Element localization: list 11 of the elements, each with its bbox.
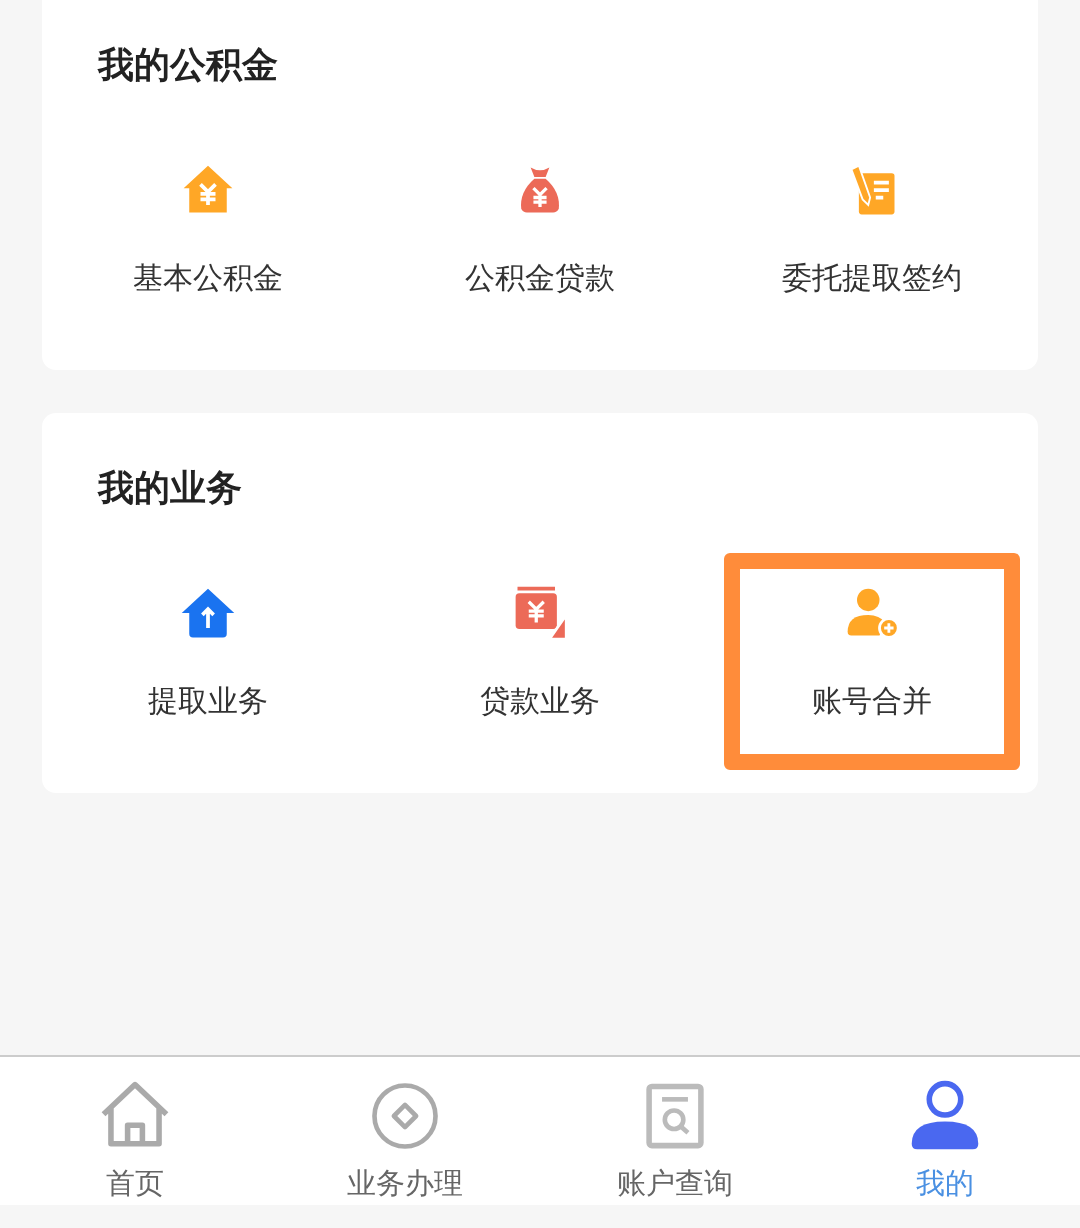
- service-item[interactable]: 基本公积金: [60, 130, 356, 347]
- service-item[interactable]: 公积金贷款: [392, 130, 688, 347]
- section-title: 我的业务: [96, 466, 243, 510]
- tab[interactable]: 业务办理: [270, 1057, 540, 1205]
- section-title: 我的公积金: [96, 43, 279, 87]
- tab[interactable]: 账户查询: [540, 1057, 810, 1205]
- service-item[interactable]: 委托提取签约: [724, 130, 1020, 347]
- tab[interactable]: 首页: [0, 1057, 270, 1205]
- service-item[interactable]: 贷款业务: [392, 553, 688, 770]
- service-item[interactable]: 账号合并: [724, 553, 1020, 770]
- service-item[interactable]: 提取业务: [60, 553, 356, 770]
